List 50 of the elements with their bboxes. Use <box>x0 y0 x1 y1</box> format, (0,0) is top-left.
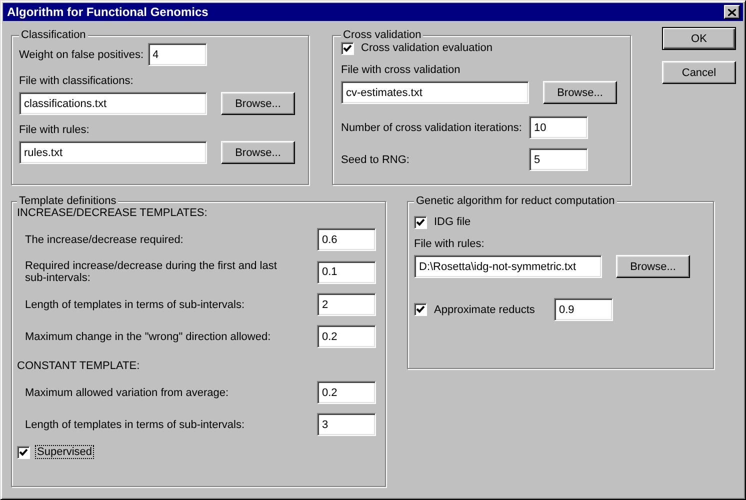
field-label: The increase/decrease required: <box>25 234 184 246</box>
input-field[interactable]: D:\Rosetta\idg-not-symmetric.txt <box>414 255 602 278</box>
checkbox-label[interactable]: Cross validation evaluation <box>359 41 494 55</box>
checkbox-label[interactable]: Approximate reducts <box>432 302 554 316</box>
browse-button[interactable]: Browse... <box>616 255 690 278</box>
checkbox-label[interactable]: Supervised <box>35 445 94 459</box>
input-field[interactable]: 5 <box>529 148 588 171</box>
field-label: Number of cross validation iterations: <box>341 122 523 134</box>
field-label: File with rules: <box>414 238 484 250</box>
window-title: Algorithm for Functional Genomics <box>7 5 208 19</box>
close-button[interactable] <box>724 5 740 19</box>
checkbox-label[interactable]: IDG file <box>432 215 473 229</box>
input-field[interactable]: 0.6 <box>317 228 376 251</box>
input-field[interactable]: 10 <box>529 116 588 139</box>
browse-button[interactable]: Browse... <box>221 92 295 115</box>
input-field[interactable]: 0.2 <box>317 381 376 404</box>
ok-button[interactable]: OK <box>662 27 736 50</box>
input-field[interactable]: 4 <box>148 43 207 66</box>
field-label: Seed to RNG: <box>341 154 410 166</box>
field-label: Length of templates in terms of sub-intervals: <box>25 418 246 430</box>
checkbox[interactable] <box>414 216 427 228</box>
input-field[interactable]: 0.9 <box>554 298 613 321</box>
field-label: File with cross validation <box>341 64 460 76</box>
input-field[interactable]: classifications.txt <box>19 92 207 115</box>
field-label: File with rules: <box>19 124 90 136</box>
input-field[interactable]: cv-estimates.txt <box>341 81 529 104</box>
input-field[interactable]: rules.txt <box>19 141 207 164</box>
group-title: Classification <box>19 29 88 41</box>
browse-button[interactable]: Browse... <box>221 141 295 164</box>
field-label: Weight on false positives: <box>19 48 144 60</box>
section-heading: INCREASE/DECREASE TEMPLATES: <box>17 207 208 219</box>
section-heading: CONSTANT TEMPLATE: <box>17 360 141 372</box>
input-field[interactable]: 2 <box>317 293 376 316</box>
group-title: Cross validation <box>341 29 424 41</box>
cancel-button[interactable]: Cancel <box>662 61 736 84</box>
checkbox[interactable] <box>341 42 354 54</box>
browse-button[interactable]: Browse... <box>543 81 617 104</box>
input-field[interactable]: 3 <box>317 413 376 436</box>
checkbox[interactable] <box>17 446 30 458</box>
input-field[interactable]: 0.2 <box>317 325 376 348</box>
input-field[interactable]: 0.1 <box>317 260 376 284</box>
checkbox[interactable] <box>414 303 427 316</box>
field-label: Length of templates in terms of sub-intervals: <box>25 298 246 310</box>
close-icon <box>728 8 736 16</box>
field-label: File with classifications: <box>19 75 134 87</box>
field-label: Maximum change in the "wrong" direction allowed: <box>25 330 272 342</box>
field-label: Required increase/decrease during the first and last sub-intervals: <box>25 260 278 284</box>
group-title: Template definitions <box>17 195 118 207</box>
group-title: Genetic algorithm for reduct computation <box>414 195 617 207</box>
field-label: Maximum allowed variation from average: <box>25 386 230 398</box>
